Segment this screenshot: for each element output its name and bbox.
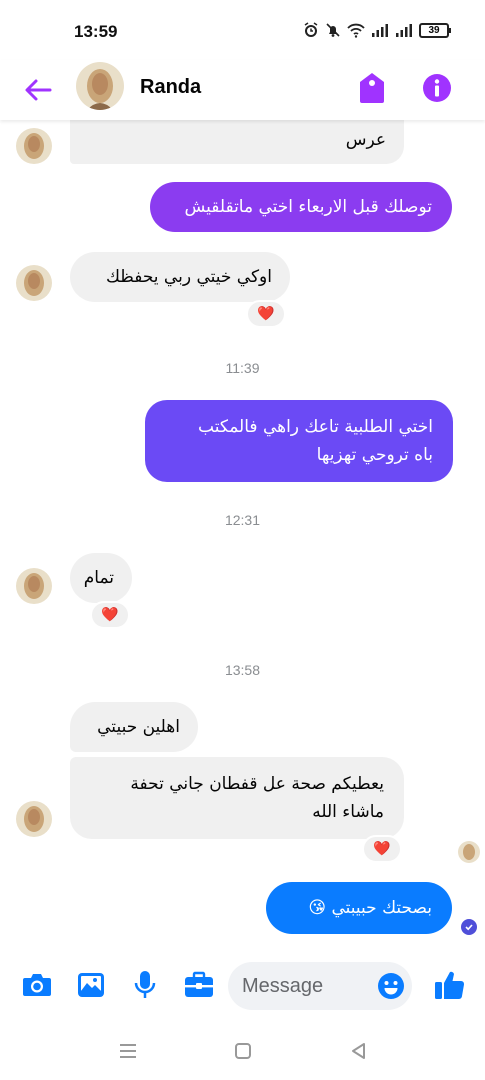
heart-reaction[interactable]: ❤️ [362,835,402,863]
seen-avatar [458,841,480,863]
message-bubble-incoming[interactable]: اهلين حبيتي [70,702,198,752]
sender-avatar [16,265,52,301]
status-bar: 13:59 39 [0,0,485,60]
system-back-button[interactable] [344,1038,374,1064]
heart-icon: ❤️ [101,607,119,623]
back-button[interactable] [20,72,56,108]
voice-button[interactable] [128,967,162,1003]
tag-button[interactable] [356,70,388,106]
recent-apps-button[interactable] [113,1038,143,1064]
heart-icon: ❤️ [257,306,275,322]
message-bubble-outgoing[interactable]: توصلك قبل الاربعاء اختي ماتقلقيش [150,182,452,232]
camera-icon [23,974,51,996]
status-icons: 39 [303,22,451,38]
gallery-button[interactable] [74,967,108,1003]
message-composer [0,955,485,1017]
menu-icon [120,1044,136,1058]
message-bubble-outgoing[interactable]: بصحتك حبيبتي 😘 [266,882,452,934]
business-button[interactable] [182,967,216,1003]
heart-icon: ❤️ [373,841,391,857]
thumbs-up-icon [435,971,465,999]
emoji-button[interactable] [374,969,408,1003]
sender-avatar [16,568,52,604]
alarm-icon [304,22,318,37]
timestamp: 11:39 [225,360,260,376]
sender-avatar [16,128,52,164]
message-input-box[interactable] [228,962,412,1010]
contact-avatar[interactable] [76,62,124,110]
timestamp: 13:58 [224,662,261,678]
message-bubble-incoming[interactable]: عرس [70,120,404,164]
contact-name[interactable]: Randa [140,76,201,99]
message-bubble-outgoing[interactable]: اختي الطلبية تاعك راهي فالمكتب باه تروحي… [145,400,453,482]
sender-avatar [16,801,52,837]
chat-header: Randa [0,60,485,120]
signal-icon [372,24,388,37]
info-button[interactable] [420,70,454,106]
message-bubble-incoming[interactable]: تمام [70,553,132,603]
home-button[interactable] [228,1038,258,1064]
message-list[interactable]: عرس توصلك قبل الاربعاء اختي ماتقلقيش اوك… [0,120,485,950]
message-bubble-incoming[interactable]: اوكي خيتي ربي يحفظك [70,252,290,302]
heart-reaction[interactable]: ❤️ [90,601,130,629]
like-button[interactable] [432,967,466,1003]
image-icon [78,973,104,997]
sent-check-icon [461,919,477,935]
message-bubble-incoming[interactable]: يعطيكم صحة عل قفطان جاني تحفة ماشاء الله [70,757,404,839]
tag-icon [360,73,384,103]
camera-button[interactable] [20,967,54,1003]
status-time: 13:59 [74,22,118,41]
home-square-icon [235,1043,251,1059]
arrow-left-icon [25,79,52,101]
battery-icon: 39 [419,22,451,38]
microphone-icon [134,971,156,998]
mute-icon [326,23,340,37]
info-icon [423,74,451,102]
system-nav-bar [0,1022,485,1080]
wifi-icon [347,23,365,38]
emoji-icon [378,973,404,999]
briefcase-icon [185,971,213,997]
heart-reaction[interactable]: ❤️ [246,300,286,328]
timestamp: 12:31 [224,512,261,528]
back-triangle-icon [352,1043,365,1059]
signal-icon [396,24,412,37]
message-input[interactable] [242,972,372,1000]
